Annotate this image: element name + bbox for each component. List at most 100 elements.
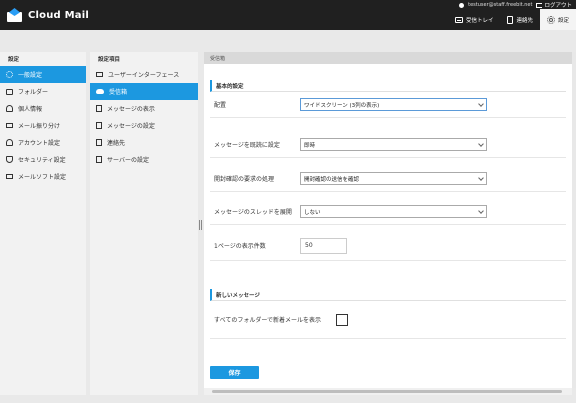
- subnav-item-inbox[interactable]: 受信箱: [90, 83, 198, 100]
- subnav-item-label: 連絡先: [107, 140, 126, 147]
- sidebar-item-account[interactable]: アカウント設定: [0, 134, 86, 151]
- scrollbar-thumb[interactable]: [212, 390, 562, 393]
- nav-settings-label: 設定: [557, 17, 569, 24]
- thread-label: メッセージのスレッドを展開: [214, 209, 292, 216]
- settings-subnav: 設定項目 ユーザーインターフェース 受信箱 メッセージの表示 メッセージの設定 …: [90, 52, 198, 395]
- server-icon: [96, 156, 102, 163]
- subnav-item-label: ユーザーインターフェース: [108, 72, 180, 79]
- settings-sidebar: 設定 一般設定 フォルダー 個人情報 メール振り分け アカウント設定 セキュリテ…: [0, 52, 86, 395]
- subnav-item-server[interactable]: サーバーの設定: [90, 151, 198, 168]
- per-page-row: 1ページの表示件数 50: [210, 231, 566, 261]
- mark-read-select-value: 即時: [304, 142, 316, 149]
- column-splitter-handle[interactable]: [199, 220, 202, 230]
- per-page-input[interactable]: 50: [300, 237, 347, 254]
- sidebar-item-label: フォルダー: [18, 89, 49, 96]
- address-book-icon: [507, 15, 514, 24]
- user-info: testuser@staff.freebit.net ログアウト: [459, 1, 572, 9]
- document-icon: [96, 122, 102, 129]
- save-button[interactable]: 保存: [210, 366, 259, 379]
- cloud-mail-logo-icon: [6, 8, 23, 22]
- logout-icon: [536, 2, 543, 8]
- mark-read-select[interactable]: 即時: [300, 138, 487, 151]
- thread-select[interactable]: しない: [300, 205, 487, 218]
- sidebar-item-folders[interactable]: フォルダー: [0, 83, 86, 100]
- nav-contacts[interactable]: 連絡先: [500, 9, 540, 30]
- mark-read-label: メッセージを既読に設定: [214, 142, 280, 149]
- monitor-icon: [96, 72, 103, 77]
- sidebar-item-label: セキュリティ設定: [18, 157, 66, 164]
- sidebar-item-label: アカウント設定: [18, 140, 61, 147]
- user-icon: [459, 2, 465, 8]
- sidebar-item-identity[interactable]: 個人情報: [0, 100, 86, 117]
- subnav-item-label: メッセージの設定: [107, 123, 155, 130]
- logout-label: ログアウト: [544, 3, 572, 9]
- subnav-item-contacts[interactable]: 連絡先: [90, 134, 198, 151]
- subnav-title: 設定項目: [98, 57, 121, 63]
- gear-icon: [6, 71, 13, 78]
- nav-inbox-label: 受信トレイ: [465, 17, 494, 24]
- contacts-icon: [96, 139, 102, 146]
- check-all-label: すべてのフォルダーで新着メールを表示: [214, 317, 321, 324]
- basic-settings-section: 基本的設定 配置 ワイドスクリーン (3列の表示) メッセージを既読に設定 即時…: [210, 80, 566, 261]
- sidebar-item-label: メールソフト設定: [18, 174, 67, 181]
- account-icon: [6, 139, 13, 146]
- top-nav: 受信トレイ 連絡先 設定: [448, 9, 576, 30]
- sidebar-item-general[interactable]: 一般設定: [0, 66, 86, 83]
- cloud-icon: [96, 89, 104, 94]
- sidebar-item-mail-client[interactable]: メールソフト設定: [0, 168, 86, 185]
- nav-settings[interactable]: 設定: [539, 9, 576, 30]
- subnav-item-message-display[interactable]: メッセージの表示: [90, 100, 198, 117]
- sidebar-item-label: メール振り分け: [18, 123, 61, 130]
- mail-filter-icon: [6, 123, 13, 128]
- thread-select-value: しない: [304, 209, 321, 216]
- chevron-down-icon: [478, 141, 484, 147]
- shield-icon: [6, 156, 13, 163]
- logout-link[interactable]: ログアウト: [536, 1, 572, 9]
- layout-row: 配置 ワイドスクリーン (3列の表示): [210, 92, 566, 118]
- top-bar: Cloud Mail testuser@staff.freebit.net ログ…: [0, 0, 576, 30]
- nav-contacts-label: 連絡先: [516, 17, 533, 24]
- section-title: 新しいメッセージ: [210, 289, 566, 301]
- content-vertical-scrollbar[interactable]: [572, 52, 576, 388]
- settings-content: 受信箱 基本的設定 配置 ワイドスクリーン (3列の表示) メッセージを既読に設…: [204, 52, 572, 395]
- chevron-down-icon: [478, 101, 484, 107]
- mark-read-row: メッセージを既読に設定 即時: [210, 132, 566, 158]
- check-all-checkbox[interactable]: [336, 313, 348, 326]
- person-icon: [6, 105, 13, 112]
- receipt-select[interactable]: 開封確認の送信を確認: [300, 172, 487, 185]
- document-icon: [96, 105, 102, 112]
- layout-select-value: ワイドスクリーン (3列の表示): [304, 102, 380, 109]
- nav-inbox[interactable]: 受信トレイ: [448, 9, 501, 30]
- chevron-down-icon: [478, 208, 484, 214]
- layout-select[interactable]: ワイドスクリーン (3列の表示): [300, 98, 487, 111]
- sidebar-item-filters[interactable]: メール振り分け: [0, 117, 86, 134]
- receipt-label: 開封確認の要求の処理: [214, 176, 275, 183]
- content-horizontal-scrollbar[interactable]: [204, 388, 572, 395]
- check-all-row: すべてのフォルダーで新着メールを表示: [210, 301, 566, 339]
- receipt-row: 開封確認の要求の処理 開封確認の送信を確認: [210, 166, 566, 192]
- gear-icon: [546, 15, 555, 24]
- sidebar-item-label: 個人情報: [18, 106, 43, 113]
- inbox-icon: [454, 16, 463, 23]
- subnav-item-label: メッセージの表示: [107, 106, 155, 113]
- monitor-icon: [6, 174, 13, 179]
- subnav-item-message-settings[interactable]: メッセージの設定: [90, 117, 198, 134]
- receipt-select-value: 開封確認の送信を確認: [304, 176, 360, 183]
- folder-icon: [6, 88, 13, 95]
- per-page-label: 1ページの表示件数: [214, 243, 266, 250]
- sidebar-title: 設定: [8, 57, 20, 63]
- section-title: 基本的設定: [210, 80, 566, 92]
- new-message-section: 新しいメッセージ すべてのフォルダーで新着メールを表示: [210, 289, 566, 339]
- sidebar-item-label: 一般設定: [18, 72, 43, 79]
- chevron-down-icon: [478, 175, 484, 181]
- subnav-item-ui[interactable]: ユーザーインターフェース: [90, 66, 198, 83]
- subnav-item-label: サーバーの設定: [107, 157, 149, 164]
- content-header: 受信箱: [204, 52, 572, 64]
- user-email: testuser@staff.freebit.net: [468, 2, 533, 8]
- brand[interactable]: Cloud Mail: [6, 8, 89, 22]
- layout-label: 配置: [214, 102, 227, 109]
- thread-row: メッセージのスレッドを展開 しない: [210, 199, 566, 225]
- sidebar-item-security[interactable]: セキュリティ設定: [0, 151, 86, 168]
- subnav-item-label: 受信箱: [109, 89, 128, 96]
- app-title: Cloud Mail: [28, 9, 89, 21]
